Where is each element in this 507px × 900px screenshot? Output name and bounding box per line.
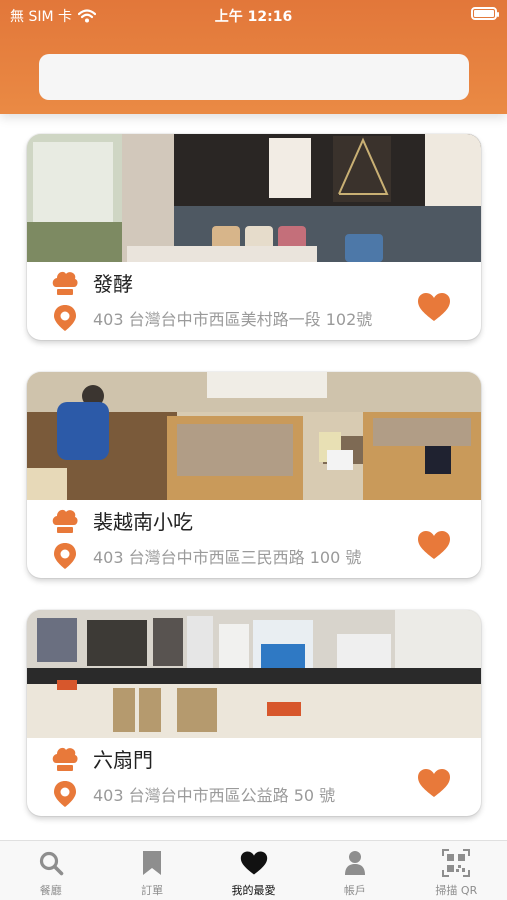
chef-hat-icon <box>52 509 78 533</box>
qr-code-icon <box>442 849 471 877</box>
tab-label: 帳戶 <box>343 884 366 897</box>
restaurant-address: 403 台灣台中市西區三民西路 100 號 <box>93 548 362 567</box>
favorites-list[interactable]: 發酵 403 台灣台中市西區美村路一段 102號 裴越南小吃 403 台灣台中市… <box>0 114 507 840</box>
chef-hat-icon <box>52 747 78 771</box>
tab-label: 餐廳 <box>39 884 62 897</box>
tab-label: 我的最愛 <box>231 884 276 897</box>
status-bar: 無 SIM 卡 上午 12:16 <box>0 0 507 30</box>
status-time: 上午 12:16 <box>214 9 293 25</box>
restaurant-photo <box>27 372 481 500</box>
restaurant-photo <box>27 134 481 262</box>
restaurant-name: 裴越南小吃 <box>93 510 193 534</box>
restaurant-card[interactable]: 裴越南小吃 403 台灣台中市西區三民西路 100 號 <box>27 372 481 578</box>
location-pin-icon <box>54 543 76 569</box>
restaurant-address: 403 台灣台中市西區公益路 50 號 <box>93 786 336 805</box>
restaurant-name: 發酵 <box>93 272 133 296</box>
restaurant-name: 六扇門 <box>93 748 153 772</box>
chef-hat-icon <box>52 271 78 295</box>
bookmark-icon <box>138 849 166 877</box>
location-pin-icon <box>54 781 76 807</box>
tab-label: 掃描 QR <box>435 884 478 897</box>
restaurant-card[interactable]: 六扇門 403 台灣台中市西區公益路 50 號 <box>27 610 481 816</box>
search-input[interactable] <box>39 54 469 100</box>
heart-icon <box>240 849 268 877</box>
header: 無 SIM 卡 上午 12:16 <box>0 0 507 114</box>
tab-account[interactable]: 帳戶 <box>304 841 405 900</box>
tab-restaurants[interactable]: 餐廳 <box>0 841 101 900</box>
favorite-heart-button[interactable] <box>417 768 451 798</box>
tab-scan-qr[interactable]: 掃描 QR <box>406 841 507 900</box>
location-pin-icon <box>54 305 76 331</box>
tab-favorites[interactable]: 我的最愛 <box>203 841 304 900</box>
battery-icon <box>471 7 499 20</box>
restaurant-card[interactable]: 發酵 403 台灣台中市西區美村路一段 102號 <box>27 134 481 340</box>
restaurant-photo <box>27 610 481 738</box>
favorite-heart-button[interactable] <box>417 530 451 560</box>
person-icon <box>341 849 369 877</box>
bottom-tab-bar: 餐廳 訂單 我的最愛 帳戶 掃描 QR <box>0 840 507 900</box>
tab-orders[interactable]: 訂單 <box>101 841 202 900</box>
restaurant-address: 403 台灣台中市西區美村路一段 102號 <box>93 310 373 329</box>
tab-label: 訂單 <box>141 884 164 897</box>
search-icon <box>37 849 65 877</box>
favorite-heart-button[interactable] <box>417 292 451 322</box>
